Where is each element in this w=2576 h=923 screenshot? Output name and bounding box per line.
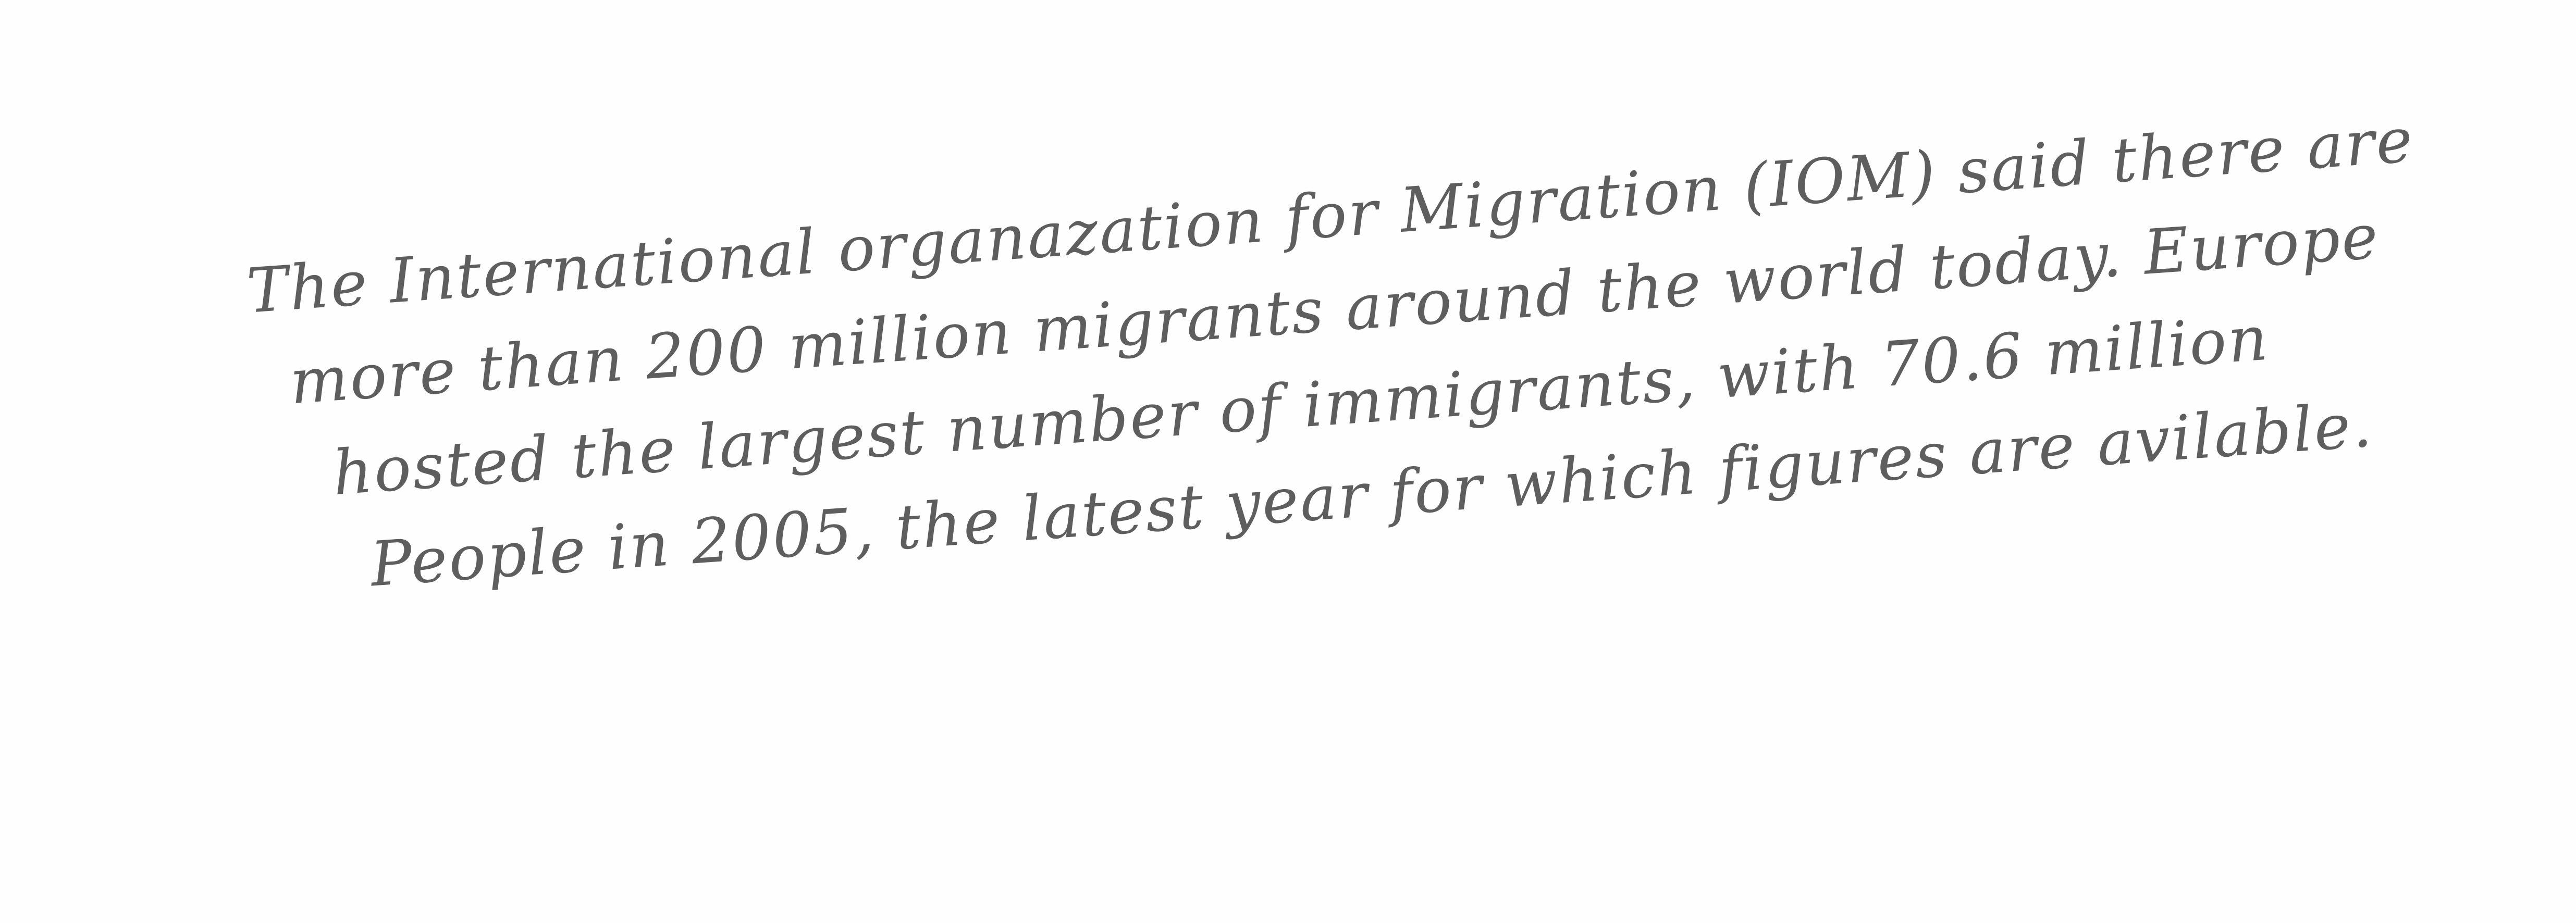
handwritten-paragraph: The International organazation for Migra… (244, 104, 2481, 600)
paper-sheet: The International organazation for Migra… (0, 0, 2576, 923)
